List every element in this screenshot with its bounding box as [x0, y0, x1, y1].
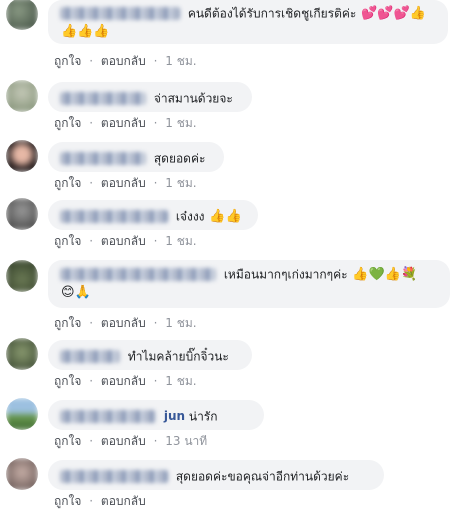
comment-bubble: สุดยอดค่ะขอคุณจ่าอีกท่านด้วยค่ะ — [48, 460, 384, 490]
reply-link[interactable]: ตอบกลับ — [101, 176, 146, 190]
comment-text: ทำไมคล้ายบิ๊กจิ๋วนะ — [127, 349, 229, 364]
like-link[interactable]: ถูกใจ — [54, 234, 81, 248]
emoji-group: 👍👍 — [209, 208, 242, 224]
reply-link[interactable]: ตอบกลับ — [101, 494, 146, 508]
like-link[interactable]: ถูกใจ — [54, 176, 81, 190]
comment-text: สุดยอดค่ะขอคุณจ่าอีกท่านด้วยค่ะ — [175, 469, 350, 484]
separator: · — [89, 234, 94, 248]
reply-link[interactable]: ตอบกลับ — [101, 54, 146, 68]
comment-bubble: jun น่ารัก — [48, 400, 264, 430]
comment-actions: ถูกใจ · ตอบกลับ · 1 ชม. — [54, 114, 201, 133]
separator: · — [89, 316, 94, 330]
comment-text: เหมือนมากๆเก่งมากๆค่ะ — [223, 267, 348, 282]
commenter-name[interactable] — [60, 210, 168, 223]
separator: · — [153, 176, 158, 190]
comment-bubble: ทำไมคล้ายบิ๊กจิ๋วนะ — [48, 340, 252, 370]
separator: · — [89, 116, 94, 130]
emoji-group: 💕💕💕👍 — [361, 5, 426, 21]
emoji-group: 👍💚👍💐 — [352, 266, 418, 282]
comment-bubble: สุดยอดค่ะ — [48, 142, 224, 172]
timestamp[interactable]: 1 ชม. — [165, 316, 196, 330]
comment-actions: ถูกใจ · ตอบกลับ · 1 ชม. — [54, 372, 201, 391]
commenter-name[interactable] — [60, 268, 216, 281]
comment-actions: ถูกใจ · ตอบกลับ · 1 ชม. — [54, 232, 201, 251]
like-link[interactable]: ถูกใจ — [54, 434, 81, 448]
comment-text: สุดยอดค่ะ — [153, 151, 206, 166]
like-link[interactable]: ถูกใจ — [54, 494, 81, 508]
timestamp[interactable]: 1 ชม. — [165, 234, 196, 248]
comment-actions: ถูกใจ · ตอบกลับ · 1 ชม. — [54, 174, 201, 193]
separator: · — [89, 374, 94, 388]
separator: · — [89, 54, 94, 68]
separator: · — [153, 116, 158, 130]
avatar[interactable] — [6, 80, 38, 112]
reply-link[interactable]: ตอบกลับ — [101, 116, 146, 130]
avatar[interactable] — [6, 338, 38, 370]
emoji-group: 👍👍👍 — [61, 24, 110, 39]
commenter-name[interactable] — [60, 92, 146, 105]
comment-actions: ถูกใจ · ตอบกลับ · 13 นาที — [54, 432, 211, 451]
reply-link[interactable]: ตอบกลับ — [101, 316, 146, 330]
commenter-name[interactable] — [60, 152, 146, 165]
like-link[interactable]: ถูกใจ — [54, 374, 81, 388]
comment-bubble: คนดีต้องได้รับการเชิดชูเกียรติค่ะ 💕💕💕👍 👍… — [48, 0, 448, 44]
timestamp[interactable]: 1 ชม. — [165, 54, 196, 68]
commenter-name[interactable] — [60, 350, 120, 363]
separator: · — [153, 316, 158, 330]
comment-text: คนดีต้องได้รับการเชิดชูเกียรติค่ะ — [187, 6, 357, 21]
comment-actions: ถูกใจ · ตอบกลับ · 1 ชม. — [54, 314, 201, 333]
separator: · — [153, 374, 158, 388]
separator: · — [153, 234, 158, 248]
emoji-group: 😊🙏 — [61, 285, 91, 300]
timestamp[interactable]: 13 นาที — [165, 434, 207, 448]
comment-bubble: เจ๋งงง 👍👍 — [48, 200, 258, 230]
timestamp[interactable]: 1 ชม. — [165, 176, 196, 190]
commenter-name[interactable] — [60, 470, 168, 483]
separator: · — [153, 54, 158, 68]
separator: · — [89, 494, 94, 508]
comment-text: น่ารัก — [188, 409, 218, 424]
separator: · — [89, 176, 94, 190]
commenter-name-suffix[interactable]: jun — [164, 409, 185, 423]
avatar[interactable] — [6, 260, 38, 292]
comment-text: เจ๋งงง — [175, 209, 205, 224]
avatar[interactable] — [6, 458, 38, 490]
timestamp[interactable]: 1 ชม. — [165, 116, 196, 130]
comment-bubble: เหมือนมากๆเก่งมากๆค่ะ 👍💚👍💐 😊🙏 — [48, 260, 450, 308]
commenter-name[interactable] — [60, 7, 180, 20]
reply-link[interactable]: ตอบกลับ — [101, 434, 146, 448]
reply-link[interactable]: ตอบกลับ — [101, 234, 146, 248]
separator: · — [89, 434, 94, 448]
timestamp[interactable]: 1 ชม. — [165, 374, 196, 388]
comment-text: จ่าสมานด้วยจะ — [153, 91, 233, 106]
like-link[interactable]: ถูกใจ — [54, 54, 81, 68]
like-link[interactable]: ถูกใจ — [54, 116, 81, 130]
avatar[interactable] — [6, 0, 38, 30]
commenter-name[interactable] — [60, 410, 156, 423]
comment-actions: ถูกใจ · ตอบกลับ · 1 ชม. — [54, 52, 201, 71]
like-link[interactable]: ถูกใจ — [54, 316, 81, 330]
separator: · — [153, 434, 158, 448]
comment-actions: ถูกใจ · ตอบกลับ — [54, 492, 150, 511]
avatar[interactable] — [6, 198, 38, 230]
avatar[interactable] — [6, 140, 38, 172]
avatar[interactable] — [6, 398, 38, 430]
reply-link[interactable]: ตอบกลับ — [101, 374, 146, 388]
comment-bubble: จ่าสมานด้วยจะ — [48, 82, 252, 112]
